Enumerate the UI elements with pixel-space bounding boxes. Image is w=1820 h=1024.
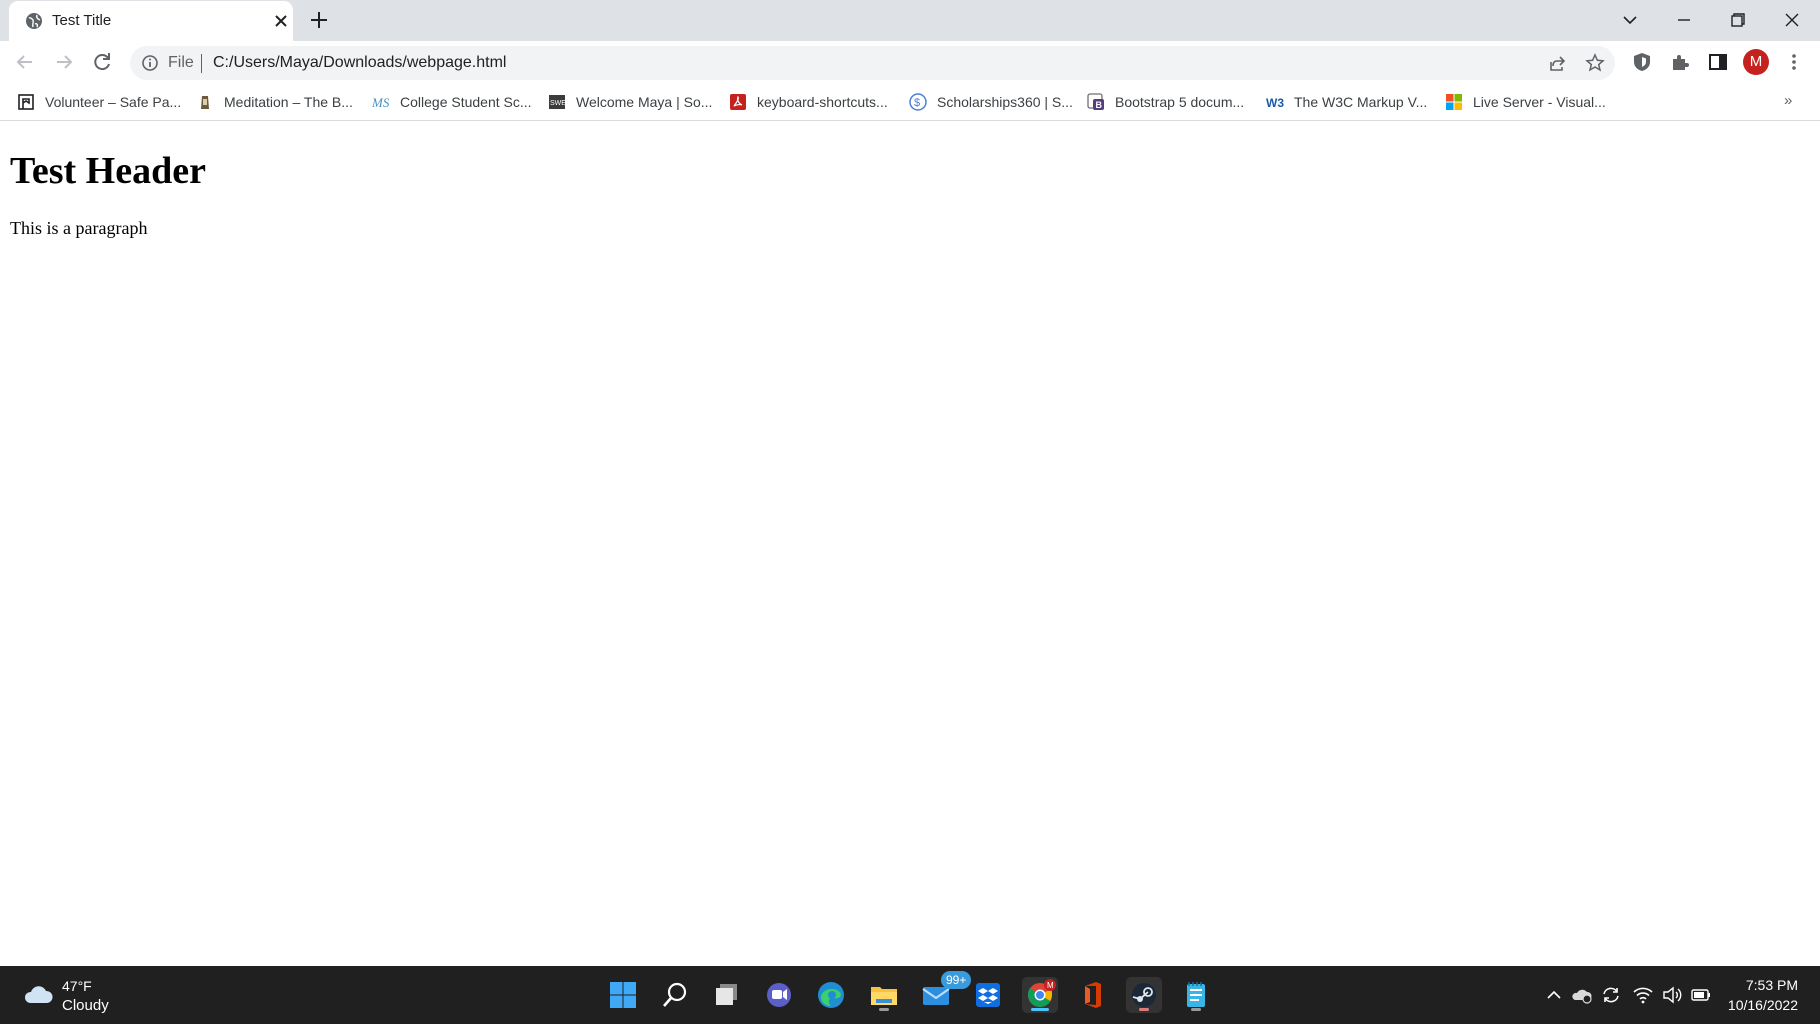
mail-badge: 99+	[941, 971, 971, 989]
side-panel-icon[interactable]	[1707, 51, 1729, 73]
bookmark-item[interactable]: keyboard-shortcuts...	[729, 90, 888, 114]
svg-text:SWE: SWE	[550, 100, 566, 107]
bookmark-item[interactable]: Meditation – The B...	[196, 90, 353, 114]
bookmark-item[interactable]: MS College Student Sc...	[372, 90, 532, 114]
scholarships-icon: $	[909, 93, 927, 111]
minimize-icon[interactable]	[1670, 6, 1698, 34]
start-button[interactable]	[605, 977, 641, 1013]
bookmark-star-icon[interactable]	[1585, 53, 1605, 73]
task-view-icon	[709, 977, 745, 1013]
bookmarks-bar: Volunteer – Safe Pa... Meditation – The …	[0, 83, 1820, 121]
office-icon	[1074, 977, 1110, 1013]
new-tab-button[interactable]	[308, 9, 330, 31]
bookmark-flag-icon	[17, 93, 35, 111]
bookmarks-overflow-button[interactable]: »	[1784, 92, 1792, 109]
taskbar-app-chrome[interactable]: M	[1022, 977, 1058, 1013]
taskbar-app-steam[interactable]	[1126, 977, 1162, 1013]
taskbar-app-dropbox[interactable]	[970, 977, 1006, 1013]
bookmark-item[interactable]: Volunteer – Safe Pa...	[17, 90, 181, 114]
tab-title: Test Title	[52, 12, 111, 29]
taskbar-app-office[interactable]	[1074, 977, 1110, 1013]
close-icon[interactable]	[271, 11, 291, 31]
page-content: Test Header This is a paragraph	[0, 122, 1820, 966]
chevron-up-icon[interactable]	[1543, 985, 1565, 1005]
edge-icon	[813, 977, 849, 1013]
onedrive-cloud-icon[interactable]	[1571, 985, 1593, 1005]
taskbar: 47°F Cloudy	[0, 966, 1820, 1024]
url-separator	[201, 54, 202, 73]
w3c-icon: W3	[1266, 93, 1284, 111]
reload-icon[interactable]	[88, 48, 116, 76]
clock-time[interactable]: 7:53 PM	[1700, 977, 1798, 993]
search-icon	[657, 977, 693, 1013]
sync-icon[interactable]	[1600, 985, 1622, 1005]
tab-search-icon[interactable]	[1616, 6, 1644, 34]
bookmark-item[interactable]: SWE Welcome Maya | So...	[548, 90, 712, 114]
share-icon[interactable]	[1547, 53, 1567, 73]
page-paragraph: This is a paragraph	[10, 218, 147, 239]
back-icon[interactable]	[11, 48, 39, 76]
url-text[interactable]: C:/Users/Maya/Downloads/webpage.html	[213, 54, 506, 72]
weather-temperature[interactable]: 47°F	[62, 978, 92, 994]
restore-icon[interactable]	[1724, 6, 1752, 34]
page-heading: Test Header	[10, 149, 206, 193]
tab-strip: Test Title	[0, 0, 1820, 41]
extensions-icon[interactable]	[1669, 51, 1691, 73]
windows-start-icon	[605, 977, 641, 1013]
menu-kebab-icon[interactable]	[1783, 51, 1805, 73]
bookmark-item[interactable]: B Bootstrap 5 docum...	[1087, 90, 1244, 114]
browser-toolbar: File C:/Users/Maya/Downloads/webpage.htm…	[0, 41, 1820, 83]
task-view-button[interactable]	[709, 977, 745, 1013]
taskbar-app-file-explorer[interactable]	[866, 977, 902, 1013]
bootstrap-icon: B	[1087, 93, 1105, 111]
profile-avatar[interactable]: M	[1743, 49, 1769, 75]
running-indicator	[1139, 1008, 1149, 1011]
bookmark-item[interactable]: $ Scholarships360 | S...	[909, 90, 1073, 114]
bookmark-item[interactable]: W3 The W3C Markup V...	[1266, 90, 1427, 114]
taskbar-app-edge[interactable]	[813, 977, 849, 1013]
svg-text:W3: W3	[1266, 96, 1284, 110]
taskbar-app-chat[interactable]	[761, 977, 797, 1013]
microsoft-icon	[1445, 93, 1463, 111]
pdf-icon	[729, 93, 747, 111]
shield-icon[interactable]	[1631, 51, 1653, 73]
taskbar-app-notepad[interactable]	[1178, 977, 1214, 1013]
svg-text:B: B	[1096, 100, 1103, 110]
volume-icon[interactable]	[1661, 985, 1683, 1005]
running-indicator	[879, 1008, 889, 1011]
svg-text:MS: MS	[372, 95, 390, 110]
window-close-icon[interactable]	[1778, 6, 1806, 34]
active-indicator	[1031, 1008, 1049, 1011]
info-icon[interactable]	[141, 54, 159, 72]
bookmark-item[interactable]: Live Server - Visual...	[1445, 90, 1606, 114]
url-scheme-label: File	[168, 54, 194, 72]
clock-date[interactable]: 10/16/2022	[1700, 997, 1798, 1013]
wifi-icon[interactable]	[1632, 985, 1654, 1005]
meditation-icon	[196, 93, 214, 111]
weather-condition[interactable]: Cloudy	[62, 997, 109, 1014]
dropbox-icon	[970, 977, 1006, 1013]
svg-text:$: $	[914, 97, 920, 109]
browser-tab[interactable]: Test Title	[9, 1, 293, 41]
running-indicator	[1191, 1008, 1201, 1011]
cloud-icon[interactable]	[22, 983, 54, 1005]
taskbar-search-button[interactable]	[657, 977, 693, 1013]
swe-icon: SWE	[548, 93, 566, 111]
globe-icon	[25, 12, 43, 30]
ms-icon: MS	[372, 93, 390, 111]
taskbar-app-mail[interactable]: 99+	[918, 977, 954, 1013]
svg-text:M: M	[1047, 981, 1054, 990]
address-bar[interactable]: File C:/Users/Maya/Downloads/webpage.htm…	[130, 46, 1615, 80]
forward-icon[interactable]	[50, 48, 78, 76]
chat-icon	[761, 977, 797, 1013]
